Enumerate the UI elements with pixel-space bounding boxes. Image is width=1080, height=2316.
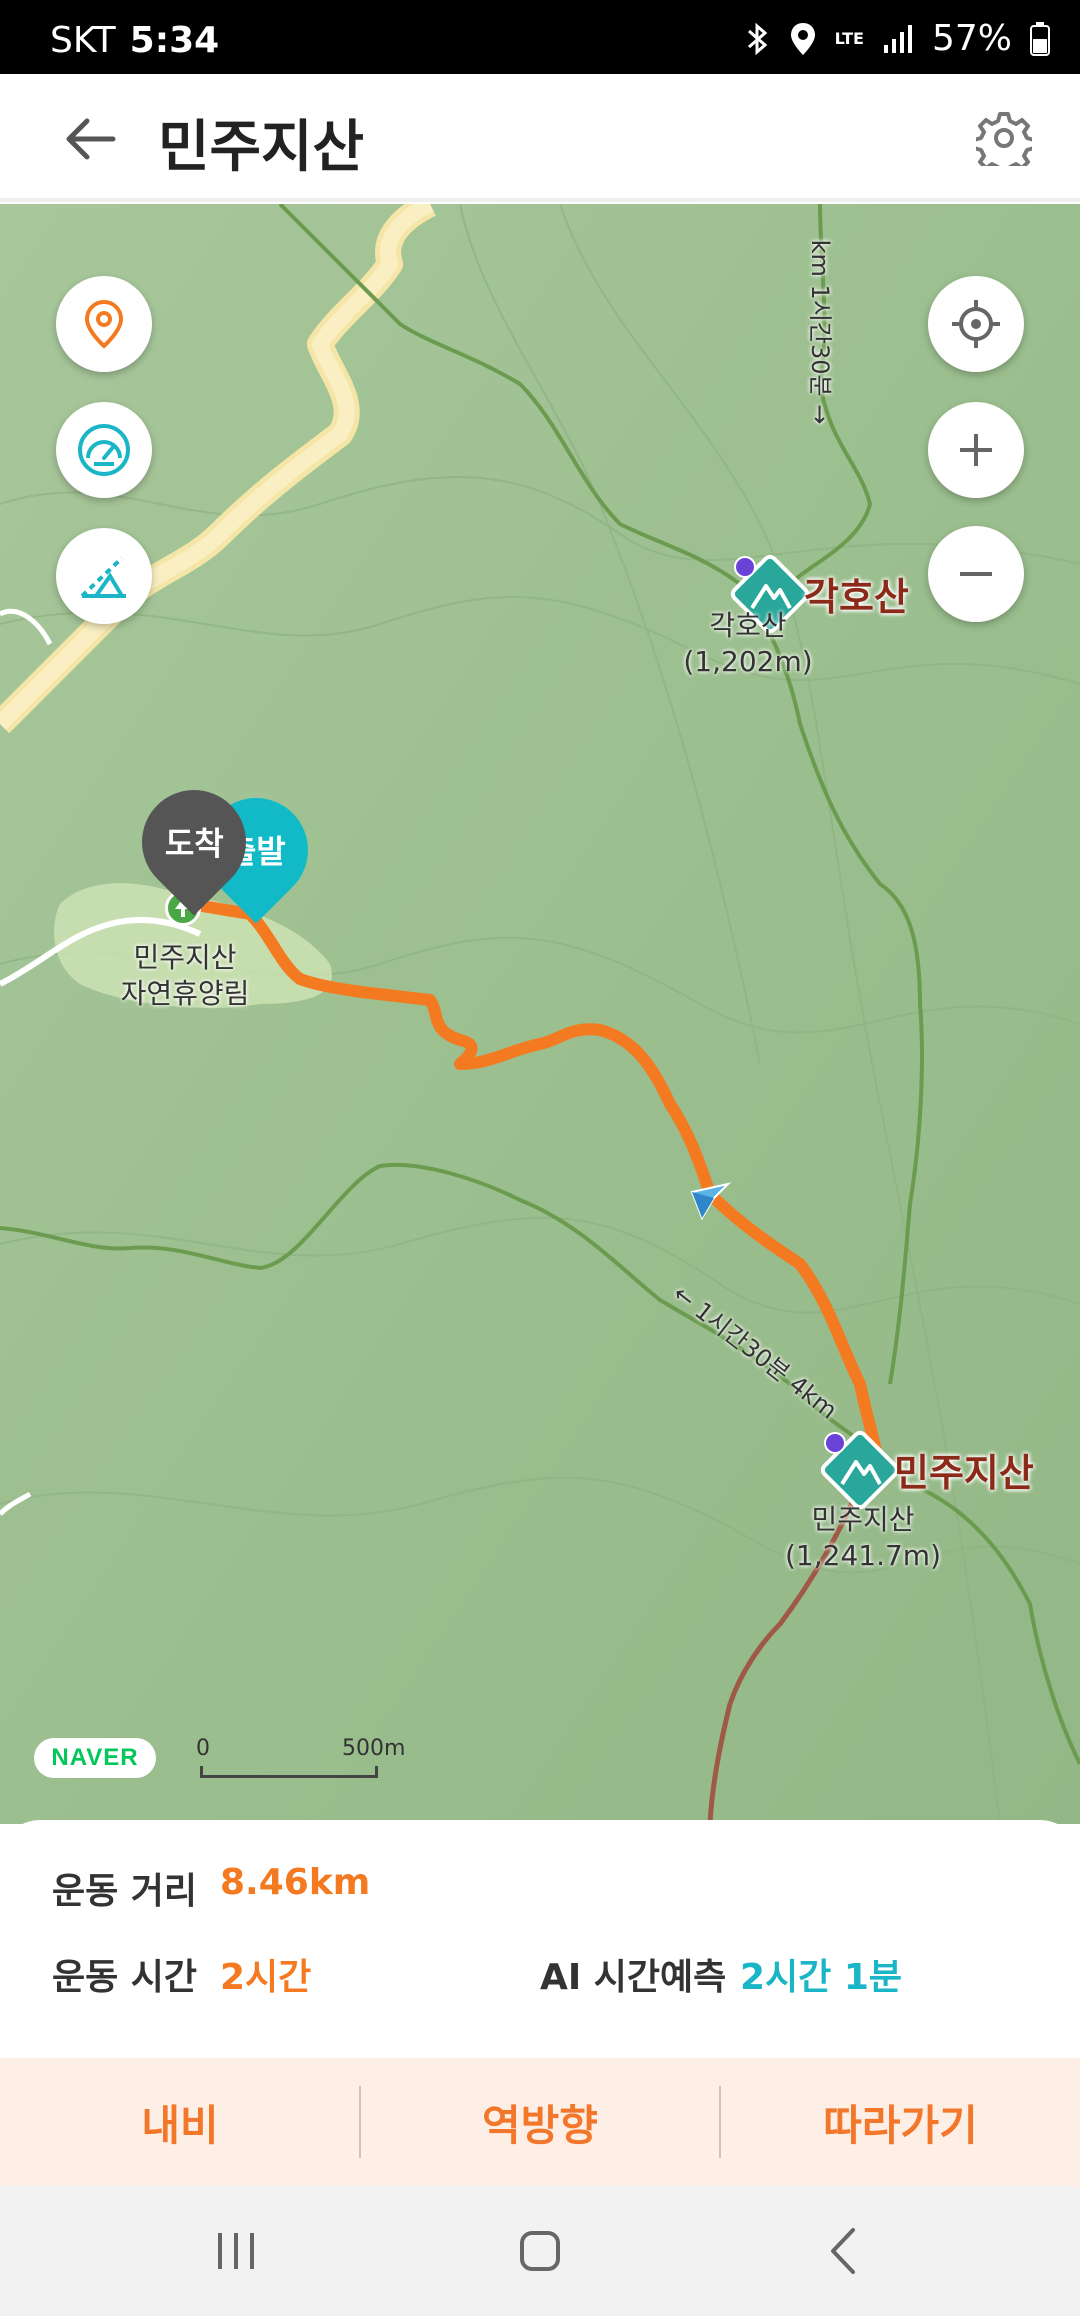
carrier-label: SKT — [50, 20, 116, 61]
status-time: 5:34 — [129, 20, 220, 61]
time-value: 2시간 — [220, 1957, 312, 1998]
scale-end-label: 500m — [342, 1736, 406, 1761]
map-background — [0, 204, 1080, 1824]
navigation-button[interactable]: 내비 — [0, 2058, 360, 2186]
mountain-icon — [840, 1460, 882, 1486]
network-type: LTE — [834, 28, 864, 48]
follow-button[interactable]: 따라가기 — [721, 2058, 1080, 2186]
home-button[interactable] — [500, 2216, 580, 2286]
location-icon — [790, 22, 815, 55]
scale-start-label: 0 — [196, 1736, 210, 1761]
elevation-button[interactable] — [56, 528, 152, 624]
reverse-button[interactable]: 역방향 — [361, 2058, 719, 2186]
signal-icon — [883, 24, 912, 53]
settings-button[interactable] — [968, 102, 1040, 174]
stats-panel: 운동 거리 8.46km 운동 시간 2시간 AI 시간예측 2시간 1분 — [0, 1820, 1080, 2060]
ai-prediction-label: AI 시간예측 — [540, 1957, 727, 1998]
page-title: 민주지산 — [158, 115, 365, 180]
arrow-left-icon — [66, 118, 116, 160]
map-scale-bar: 0 500m — [196, 1736, 405, 1786]
location-pin-icon — [84, 299, 124, 349]
battery-percent: 57% — [931, 18, 1012, 59]
peak-badge-icon — [824, 1432, 846, 1454]
forest-label: 민주지산 자연휴양림 — [120, 941, 250, 1010]
status-bar: SKT 5:34 LTE 57% — [0, 0, 1080, 74]
battery-icon — [1030, 21, 1050, 56]
system-nav-bar — [0, 2186, 1080, 2316]
trail-label-top: km 1시간30분 → — [806, 239, 834, 425]
peak-label-gakhosan: 각호산 (1,202m) — [683, 609, 813, 678]
distance-label: 운동 거리 — [52, 1871, 198, 1912]
recents-icon — [218, 2233, 254, 2269]
elevation-icon — [80, 556, 126, 598]
bluetooth-icon — [747, 22, 767, 55]
peak-name-gakhosan: 각호산 — [804, 575, 909, 619]
chevron-left-icon — [831, 2228, 855, 2274]
action-bar: 내비 역방향 따라가기 — [0, 2058, 1080, 2186]
app-header: 민주지산 — [0, 74, 1080, 202]
location-marker-button[interactable] — [56, 276, 152, 372]
back-nav-button[interactable] — [802, 2216, 882, 2286]
back-button[interactable] — [55, 104, 125, 174]
direction-arrow-icon — [690, 1182, 732, 1221]
map-view[interactable]: km 1시간30분 → ← 1시간30분 4km 민주지산 자연휴양림 출발 도… — [0, 204, 1080, 1824]
zoom-in-button[interactable] — [928, 402, 1024, 498]
peak-name-minjujisan: 민주지산 — [894, 1451, 1034, 1495]
gear-icon — [976, 112, 1032, 166]
current-location-button[interactable] — [928, 276, 1024, 372]
ai-prediction-value: 2시간 1분 — [740, 1957, 902, 1998]
peak-label-minjujisan: 민주지산 (1,241.7m) — [785, 1503, 941, 1572]
distance-value: 8.46km — [220, 1862, 371, 1903]
current-location-icon — [952, 300, 1000, 348]
zoom-out-icon — [960, 572, 992, 576]
home-icon — [520, 2231, 560, 2271]
zoom-out-button[interactable] — [928, 526, 1024, 622]
speed-button[interactable] — [56, 402, 152, 498]
recents-button[interactable] — [196, 2216, 276, 2286]
time-label: 운동 시간 — [52, 1957, 198, 1998]
zoom-in-icon — [960, 434, 992, 466]
speedometer-icon — [78, 424, 130, 476]
naver-logo: NAVER — [34, 1738, 156, 1778]
peak-badge-icon — [734, 556, 756, 578]
